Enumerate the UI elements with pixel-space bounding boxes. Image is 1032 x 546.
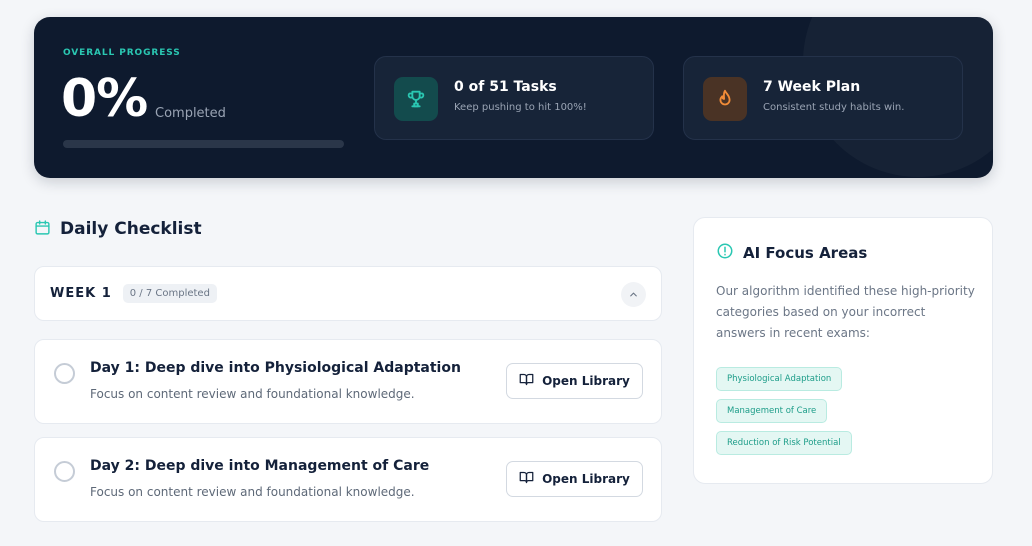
progress-bar [63,140,344,148]
week-label: WEEK 1 [50,286,112,301]
focus-description: Our algorithm identified these high-prio… [716,284,975,340]
task-item: Day 2: Deep dive into Management of Care… [34,437,662,522]
task-item: Day 1: Deep dive into Physiological Adap… [34,339,662,424]
overall-progress-card: OVERALL PROGRESS 0% Completed 0 of 51 Ta… [34,17,993,178]
week-completion-badge: 0 / 7 Completed [122,284,217,303]
tasks-stat-subtitle: Keep pushing to hit 100%! [454,102,587,113]
task-checkbox[interactable] [54,363,75,384]
open-library-label: Open Library [542,374,630,388]
alert-circle-icon [716,242,734,264]
checklist-header: Daily Checklist [34,218,202,240]
focus-tag-list: Physiological Adaptation Management of C… [716,367,852,463]
focus-tag[interactable]: Physiological Adaptation [716,367,843,391]
week-1-accordion[interactable]: WEEK 1 0 / 7 Completed [34,266,662,321]
focus-header: AI Focus Areas [716,242,867,264]
tasks-stat-card: 0 of 51 Tasks Keep pushing to hit 100%! [374,56,654,140]
trophy-icon [394,77,438,121]
checklist-title: Daily Checklist [60,219,202,239]
focus-title: AI Focus Areas [743,244,868,262]
task-title: Day 1: Deep dive into Physiological Adap… [90,360,461,376]
progress-percent: 0% [61,69,148,129]
plan-stat-title: 7 Week Plan [763,79,861,95]
open-library-label: Open Library [542,472,630,486]
calendar-icon [34,219,51,240]
overall-progress-label: OVERALL PROGRESS [63,48,181,58]
plan-stat-card: 7 Week Plan Consistent study habits win. [683,56,963,140]
task-description: Focus on content review and foundational… [90,485,415,499]
book-open-icon [519,470,534,488]
tasks-stat-title: 0 of 51 Tasks [454,79,557,95]
book-open-icon [519,372,534,390]
open-library-button[interactable]: Open Library [506,363,643,399]
open-library-button[interactable]: Open Library [506,461,643,497]
ai-focus-areas-card: AI Focus Areas Our algorithm identified … [693,217,993,484]
progress-percent-label: Completed [155,106,226,121]
task-title: Day 2: Deep dive into Management of Care [90,458,430,474]
flame-icon [703,77,747,121]
plan-stat-subtitle: Consistent study habits win. [763,102,905,113]
task-checkbox[interactable] [54,461,75,482]
focus-tag[interactable]: Reduction of Risk Potential [716,431,852,455]
chevron-up-icon[interactable] [621,282,646,307]
task-description: Focus on content review and foundational… [90,387,415,401]
focus-tag[interactable]: Management of Care [716,399,828,423]
